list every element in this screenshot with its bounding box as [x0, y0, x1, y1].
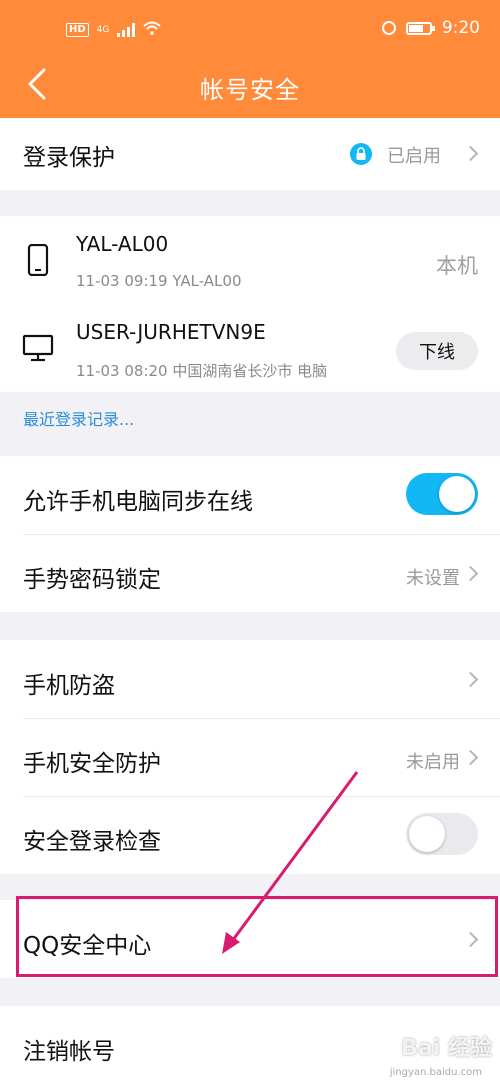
watermark: Bai 经验: [401, 1036, 492, 1061]
status-bar: HD 4G 9:20: [0, 0, 500, 48]
watermark-sub: jingyan.baidu.com: [389, 1067, 482, 1078]
phone-protection-row[interactable]: 手机安全防护 未启用: [0, 718, 500, 796]
device-item[interactable]: YAL-AL00 11-03 09:19 YAL-AL00 本机: [0, 216, 500, 304]
device-list: YAL-AL00 11-03 09:19 YAL-AL00 本机 USER-JU…: [0, 216, 500, 392]
chevron-right-icon: [462, 749, 479, 766]
qq-security-center-row[interactable]: QQ安全中心: [0, 900, 500, 978]
sync-online-label: 允许手机电脑同步在线: [23, 489, 253, 515]
safe-login-check-toggle[interactable]: [406, 813, 478, 855]
wifi-icon: [143, 20, 162, 40]
gesture-lock-row[interactable]: 手势密码锁定 未设置: [0, 534, 500, 612]
alarm-icon: [381, 21, 396, 35]
cancel-account-label: 注销帐号: [23, 1039, 115, 1065]
device-item[interactable]: USER-JURHETVN9E 11-03 08:20 中国湖南省长沙市 电脑 …: [0, 304, 500, 392]
logout-device-button[interactable]: 下线: [396, 332, 478, 370]
login-protection-row[interactable]: 登录保护 已启用: [0, 118, 500, 190]
phone-antitheft-label: 手机防盗: [23, 673, 115, 699]
signal-icon: [117, 23, 136, 37]
device-meta: 11-03 08:20 中国湖南省长沙市 电脑: [76, 362, 328, 380]
phone-antitheft-row[interactable]: 手机防盗: [0, 640, 500, 718]
network-type: 4G: [96, 25, 110, 35]
qq-security-center-label: QQ安全中心: [23, 933, 152, 959]
current-device-label: 本机: [436, 254, 478, 278]
phone-protection-status: 未启用: [406, 752, 460, 773]
safe-login-check-row: 安全登录检查: [0, 796, 500, 874]
battery-icon: [405, 21, 435, 35]
hd-badge: HD: [66, 23, 89, 37]
chevron-right-icon: [462, 931, 479, 948]
chevron-right-icon: [462, 565, 479, 582]
status-left: HD 4G: [66, 20, 162, 40]
chevron-right-icon: [462, 145, 479, 162]
sync-online-toggle[interactable]: [406, 473, 478, 515]
device-meta: 11-03 09:19 YAL-AL00: [76, 272, 242, 290]
sync-online-row: 允许手机电脑同步在线: [0, 456, 500, 534]
lock-icon: [350, 143, 372, 169]
settings-group-2: 手机防盗 手机安全防护 未启用 安全登录检查: [0, 640, 500, 874]
status-time: 9:20: [441, 18, 480, 38]
phone-protection-label: 手机安全防护: [23, 751, 161, 777]
chevron-right-icon: [462, 671, 479, 688]
monitor-icon: [22, 334, 54, 366]
status-right: 9:20: [381, 18, 480, 38]
page-title: 帐号安全: [200, 76, 300, 104]
gesture-lock-label: 手势密码锁定: [23, 567, 161, 593]
safe-login-check-label: 安全登录检查: [23, 829, 161, 855]
phone-icon: [27, 243, 49, 280]
recent-login-link[interactable]: 最近登录记录...: [23, 406, 134, 430]
app-header: HD 4G 9:20 帐号安全: [0, 0, 500, 118]
device-name: YAL-AL00: [76, 232, 169, 256]
gesture-lock-status: 未设置: [406, 568, 460, 589]
login-protection-label: 登录保护: [23, 145, 115, 171]
settings-group-1: 允许手机电脑同步在线 手势密码锁定 未设置: [0, 456, 500, 612]
login-protection-status: 已启用: [387, 146, 441, 167]
device-name: USER-JURHETVN9E: [76, 320, 266, 344]
